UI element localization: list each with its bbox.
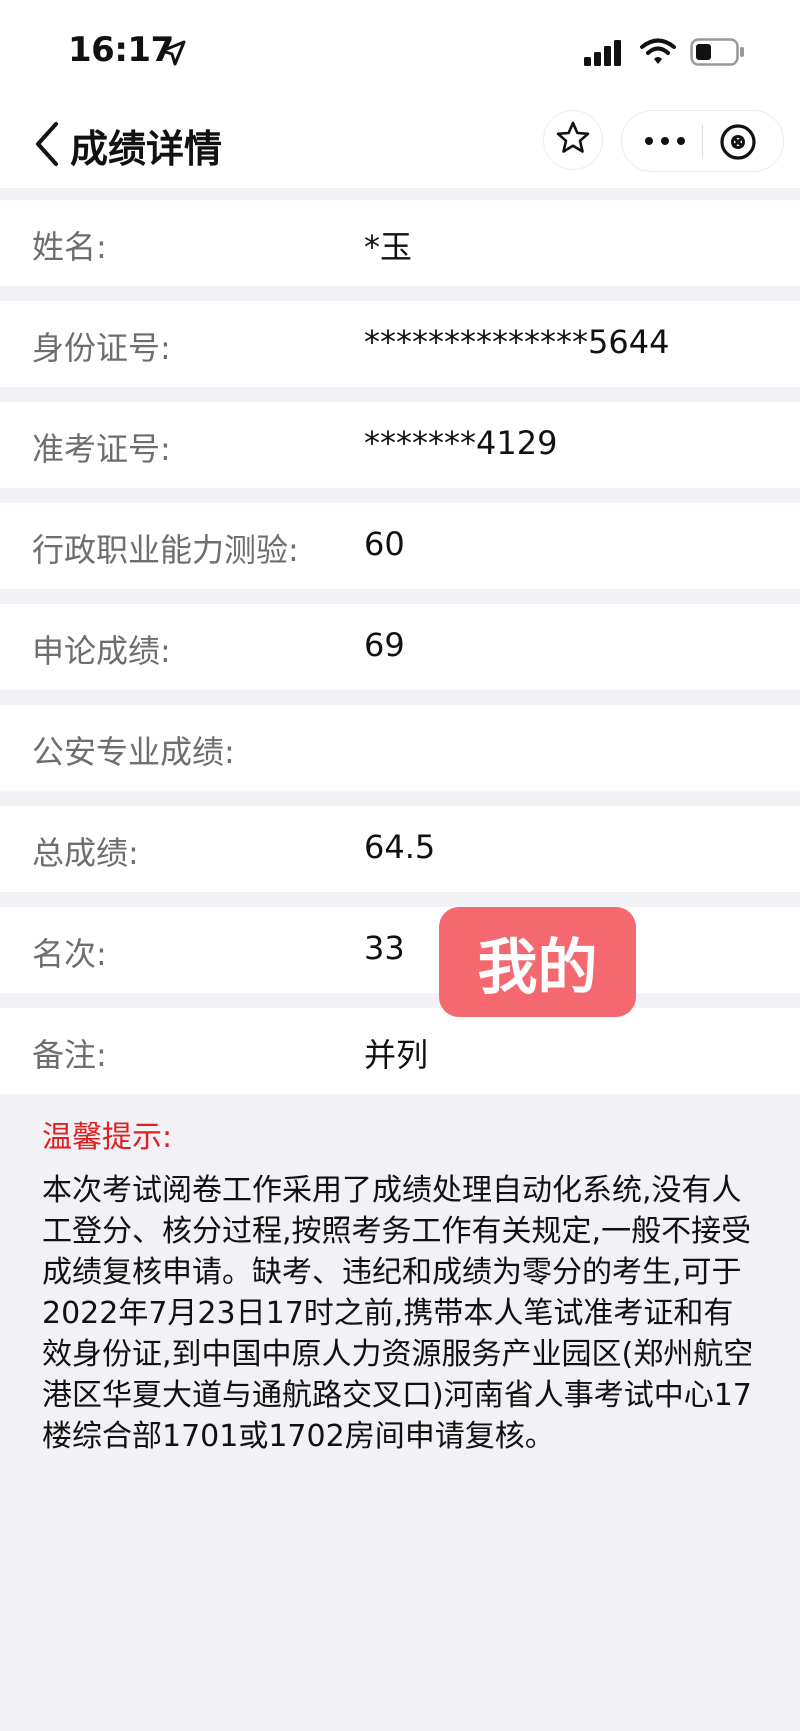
row-label: 行政职业能力测验: (32, 531, 299, 569)
row-id-number: 身份证号: **************5644 (0, 301, 800, 387)
row-value: *玉 (364, 228, 413, 266)
nav-bar: 成绩详情 (0, 100, 800, 188)
row-remark: 备注: 并列 (0, 1008, 800, 1094)
wifi-icon (640, 38, 676, 70)
mini-program-capsule (621, 110, 784, 172)
row-label: 姓名: (32, 228, 107, 266)
row-label: 名次: (32, 935, 107, 973)
tips-title: 温馨提示: (42, 1120, 173, 1155)
row-label: 准考证号: (32, 430, 171, 468)
more-dots-icon[interactable] (644, 129, 686, 157)
row-value: **************5644 (364, 323, 670, 361)
row-value: 并列 (364, 1036, 429, 1074)
row-label: 申论成绩: (32, 632, 171, 670)
capsule-divider (702, 125, 703, 159)
row-label: 总成绩: (32, 834, 139, 872)
star-icon (555, 120, 591, 160)
close-circle-icon[interactable] (718, 122, 758, 166)
status-bar: 16:17 (0, 0, 800, 100)
back-chevron-icon[interactable] (32, 120, 62, 172)
row-ranking: 名次: 33 (0, 907, 800, 993)
row-total-score: 总成绩: 64.5 (0, 806, 800, 892)
row-police-score: 公安专业成绩: (0, 705, 800, 791)
page-title: 成绩详情 (70, 127, 223, 171)
sticker-text: 我的 (477, 932, 598, 1003)
battery-icon (690, 38, 746, 70)
signal-icon (584, 40, 624, 70)
row-value: *******4129 (364, 424, 558, 462)
row-label: 备注: (32, 1036, 107, 1074)
mine-sticker: 我的 (439, 907, 636, 1017)
row-essay-score: 申论成绩: 69 (0, 604, 800, 690)
location-arrow-icon (160, 40, 186, 70)
row-value: 64.5 (364, 828, 436, 866)
tips-body: 本次考试阅卷工作采用了成绩处理自动化系统,没有人工登分、核分过程,按照考务工作有… (42, 1173, 754, 1454)
row-value: 60 (364, 525, 405, 563)
row-value: 33 (364, 929, 405, 967)
favorite-button[interactable] (543, 110, 603, 170)
row-admission-number: 准考证号: *******4129 (0, 402, 800, 488)
row-value: 69 (364, 626, 405, 664)
row-aptitude-test: 行政职业能力测验: 60 (0, 503, 800, 589)
row-label: 身份证号: (32, 329, 171, 367)
row-label: 公安专业成绩: (32, 733, 235, 771)
row-name: 姓名: *玉 (0, 200, 800, 286)
status-time: 16:17 (68, 30, 174, 70)
